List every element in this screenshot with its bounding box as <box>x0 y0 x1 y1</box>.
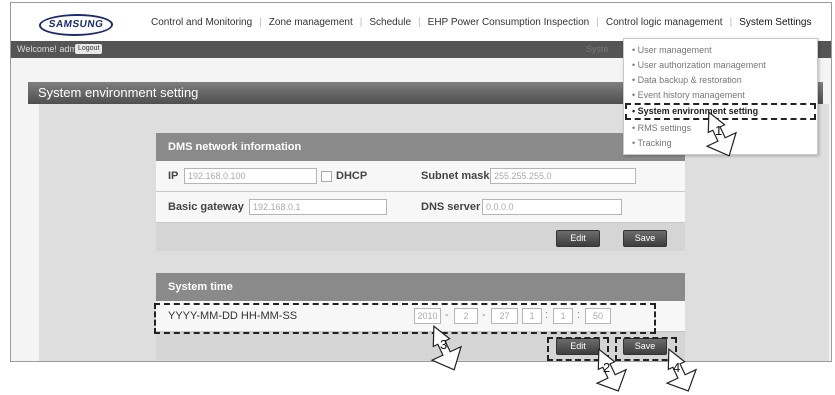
dropdown-user-authorization[interactable]: • User authorization management <box>632 60 766 70</box>
logout-button[interactable]: Logout <box>75 44 103 54</box>
callout-number-3: 3 <box>440 337 447 352</box>
network-panel-header: DMS network information <box>156 133 685 161</box>
callout-number-2: 2 <box>603 360 610 375</box>
ip-input[interactable]: 192.168.0.100 <box>184 168 317 184</box>
nav-ehp-power[interactable]: EHP Power Consumption Inspection <box>428 17 590 28</box>
gateway-label: Basic gateway <box>168 201 244 213</box>
dns-input[interactable]: 0.0.0.0 <box>482 199 622 215</box>
nav-control-monitoring[interactable]: Control and Monitoring <box>151 17 252 28</box>
subnet-label: Subnet mask <box>421 170 490 182</box>
page-title: System environment setting <box>38 85 199 100</box>
gateway-input[interactable]: 192.168.0.1 <box>249 199 387 215</box>
dropdown-user-management[interactable]: • User management <box>632 45 712 55</box>
network-save-button[interactable]: Save <box>623 230 667 247</box>
dns-label: DNS server <box>421 201 481 213</box>
callout-number-4: 4 <box>673 360 680 375</box>
time-row-highlight <box>154 303 656 334</box>
callout-number-1: 1 <box>715 123 722 138</box>
callout-arrow-3: 3 <box>430 325 462 371</box>
dropdown-data-backup[interactable]: • Data backup & restoration <box>632 75 742 85</box>
callout-arrow-4: 4 <box>665 348 698 392</box>
app-window: SAMSUNG Control and Monitoring | Zone mana… <box>10 2 832 362</box>
dropdown-tracking[interactable]: • Tracking <box>632 138 672 148</box>
samsung-logo: SAMSUNG <box>37 14 115 36</box>
callout-arrow-1: 1 <box>705 111 737 157</box>
nav-control-logic[interactable]: Control logic management <box>606 17 723 28</box>
system-time-header: System time <box>156 273 685 301</box>
network-row-gateway: Basic gateway 192.168.0.1 DNS server 0.0… <box>156 192 685 223</box>
welcome-right-text: Syste <box>586 44 609 54</box>
dropdown-event-history[interactable]: • Event history management <box>632 90 745 100</box>
dhcp-checkbox[interactable] <box>321 171 332 182</box>
network-panel: DMS network information IP 192.168.0.100… <box>156 133 685 251</box>
dhcp-label: DHCP <box>336 170 368 182</box>
callout-arrow-2: 2 <box>595 348 628 392</box>
network-button-row: Edit Save <box>156 223 685 251</box>
ip-label: IP <box>168 170 179 182</box>
top-navigation: SAMSUNG Control and Monitoring | Zone mana… <box>11 3 831 41</box>
network-edit-button[interactable]: Edit <box>556 230 600 247</box>
main-menu: Control and Monitoring | Zone management | S… <box>151 17 812 28</box>
nav-zone-management[interactable]: Zone management <box>269 17 353 28</box>
nav-system-settings[interactable]: System Settings <box>739 17 811 28</box>
nav-schedule[interactable]: Schedule <box>369 17 411 28</box>
dropdown-rms-settings[interactable]: • RMS settings <box>632 123 691 133</box>
network-row-ip: IP 192.168.0.100 DHCP Subnet mask 255.25… <box>156 161 685 192</box>
subnet-input[interactable]: 255.255.255.0 <box>490 168 636 184</box>
